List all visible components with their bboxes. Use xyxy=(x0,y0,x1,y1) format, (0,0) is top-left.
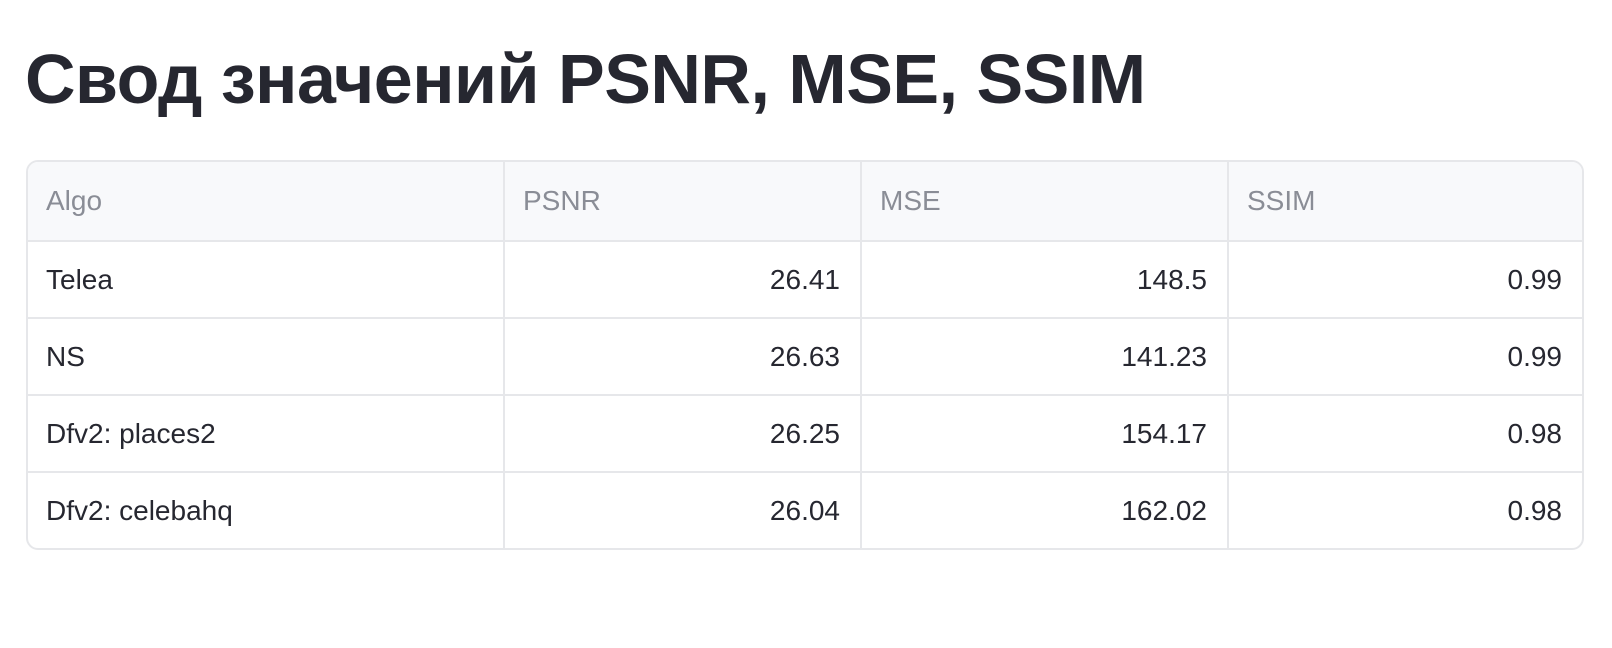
cell-ssim[interactable]: 0.98 xyxy=(1228,395,1582,473)
page-title: Свод значений PSNR, MSE, SSIM xyxy=(25,40,1146,118)
cell-psnr[interactable]: 26.04 xyxy=(504,472,862,548)
table-row: Telea 26.41 148.5 0.99 xyxy=(28,241,1582,319)
data-table-container[interactable]: Algo PSNR MSE SSIM Telea 26.41 148.5 0.9… xyxy=(26,160,1584,550)
column-header-ssim[interactable]: SSIM xyxy=(1228,162,1582,242)
table-row: Dfv2: celebahq 26.04 162.02 0.98 xyxy=(28,472,1582,548)
cell-ssim[interactable]: 0.99 xyxy=(1228,241,1582,319)
column-header-algo[interactable]: Algo xyxy=(28,162,505,242)
table-row: NS 26.63 141.23 0.99 xyxy=(28,318,1582,396)
cell-algo[interactable]: Telea xyxy=(28,241,505,319)
cell-algo[interactable]: Dfv2: places2 xyxy=(28,395,505,473)
cell-algo[interactable]: NS xyxy=(28,318,505,396)
cell-ssim[interactable]: 0.99 xyxy=(1228,318,1582,396)
cell-psnr[interactable]: 26.25 xyxy=(504,395,862,473)
column-header-psnr[interactable]: PSNR xyxy=(504,162,862,242)
cell-mse[interactable]: 141.23 xyxy=(861,318,1229,396)
table-row: Dfv2: places2 26.25 154.17 0.98 xyxy=(28,395,1582,473)
column-header-mse[interactable]: MSE xyxy=(861,162,1229,242)
cell-psnr[interactable]: 26.63 xyxy=(504,318,862,396)
table-header-row: Algo PSNR MSE SSIM xyxy=(28,162,1582,242)
cell-mse[interactable]: 148.5 xyxy=(861,241,1229,319)
metrics-table: Algo PSNR MSE SSIM Telea 26.41 148.5 0.9… xyxy=(28,162,1582,548)
cell-algo[interactable]: Dfv2: celebahq xyxy=(28,472,505,548)
cell-mse[interactable]: 154.17 xyxy=(861,395,1229,473)
cell-psnr[interactable]: 26.41 xyxy=(504,241,862,319)
cell-mse[interactable]: 162.02 xyxy=(861,472,1229,548)
cell-ssim[interactable]: 0.98 xyxy=(1228,472,1582,548)
